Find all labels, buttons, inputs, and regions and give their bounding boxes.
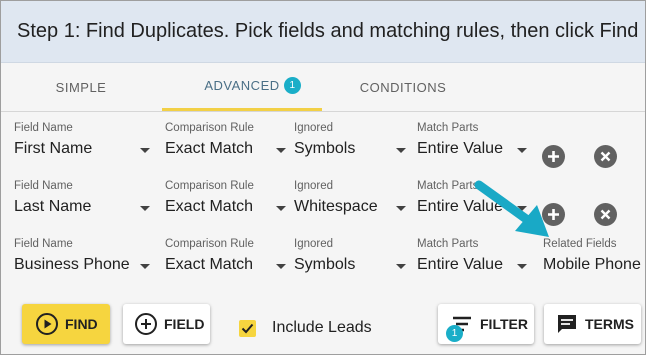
field-name-value: Last Name	[14, 198, 92, 215]
remove-rule-button[interactable]	[594, 145, 617, 168]
field-name-value: Business Phone	[14, 256, 130, 273]
tab-bar: SIMPLE ADVANCED 1 CONDITIONS	[1, 63, 645, 111]
filter-button-label: FILTER	[480, 316, 528, 332]
field-name-label: Field Name	[14, 180, 73, 192]
comparison-rule-value: Exact Match	[165, 256, 254, 273]
field-name-value: First Name	[14, 140, 93, 157]
chevron-down-icon	[276, 148, 286, 153]
tab-simple-label: SIMPLE	[55, 79, 107, 95]
action-bar: FIND FIELD Include Leads 1 FILTER TERMS	[1, 287, 645, 354]
related-fields-value: Mobile Phone	[543, 256, 641, 273]
row2-ignored[interactable]: Ignored Whitespace	[294, 180, 412, 220]
chevron-down-icon	[517, 264, 527, 269]
ignored-value: Symbols	[294, 140, 356, 157]
plus-circle-icon	[548, 151, 559, 162]
match-parts-value: Entire Value	[417, 140, 503, 157]
field-name-label: Field Name	[14, 238, 73, 250]
ignored-select[interactable]: Whitespace	[294, 198, 412, 220]
row2-field-name[interactable]: Field Name Last Name	[14, 180, 152, 220]
row1-field-name[interactable]: Field Name First Name	[14, 122, 152, 162]
step-title: Step 1: Find Duplicates. Pick fields and…	[17, 20, 639, 42]
tab-advanced[interactable]: ADVANCED 1	[162, 63, 322, 111]
row3-field-name[interactable]: Field Name Business Phone	[14, 238, 152, 278]
tab-simple[interactable]: SIMPLE	[21, 63, 141, 111]
include-leads-checkbox[interactable]	[239, 320, 256, 337]
chevron-down-icon	[396, 264, 406, 269]
row3-comparison-rule[interactable]: Comparison Rule Exact Match	[165, 238, 293, 278]
chevron-down-icon	[517, 148, 527, 153]
comparison-rule-select[interactable]: Exact Match	[165, 256, 293, 278]
find-button-label: FIND	[65, 316, 98, 332]
ignored-value: Symbols	[294, 256, 356, 273]
play-circle-icon	[35, 312, 59, 336]
row2-comparison-rule[interactable]: Comparison Rule Exact Match	[165, 180, 293, 220]
chevron-down-icon	[276, 206, 286, 211]
comparison-rule-value: Exact Match	[165, 198, 254, 215]
tab-advanced-label: ADVANCED	[204, 78, 280, 93]
message-icon	[555, 312, 579, 336]
chevron-down-icon	[276, 264, 286, 269]
filter-button[interactable]: 1 FILTER	[438, 304, 534, 344]
terms-button-label: TERMS	[585, 316, 634, 332]
filter-badge: 1	[446, 325, 463, 342]
row1-match-parts[interactable]: Match Parts Entire Value	[417, 122, 532, 162]
comparison-rule-select[interactable]: Exact Match	[165, 198, 293, 220]
check-icon	[241, 323, 254, 334]
related-fields-label: Related Fields	[543, 238, 617, 250]
chevron-down-icon	[140, 206, 150, 211]
comparison-rule-label: Comparison Rule	[165, 122, 254, 134]
terms-button[interactable]: TERMS	[544, 304, 641, 344]
find-duplicates-panel: Step 1: Find Duplicates. Pick fields and…	[0, 0, 646, 355]
tab-advanced-badge: 1	[284, 77, 301, 94]
related-fields-select[interactable]: Mobile Phone	[543, 256, 645, 278]
step-header: Step 1: Find Duplicates. Pick fields and…	[1, 1, 645, 63]
find-button[interactable]: FIND	[22, 304, 110, 344]
match-parts-label: Match Parts	[417, 122, 479, 134]
close-circle-icon	[600, 209, 611, 220]
add-field-button[interactable]: FIELD	[123, 304, 210, 344]
chevron-down-icon	[396, 148, 406, 153]
comparison-rule-value: Exact Match	[165, 140, 254, 157]
comparison-rule-label: Comparison Rule	[165, 238, 254, 250]
ignored-label: Ignored	[294, 238, 334, 250]
chevron-down-icon	[140, 264, 150, 269]
comparison-rule-label: Comparison Rule	[165, 180, 254, 192]
row1-ignored[interactable]: Ignored Symbols	[294, 122, 412, 162]
comparison-rule-select[interactable]: Exact Match	[165, 140, 293, 162]
remove-rule-button[interactable]	[594, 203, 617, 226]
chevron-down-icon	[396, 206, 406, 211]
ignored-value: Whitespace	[294, 198, 378, 215]
field-name-select[interactable]: First Name	[14, 140, 152, 162]
match-parts-select[interactable]: Entire Value	[417, 256, 532, 278]
add-circle-outline-icon	[134, 312, 158, 336]
tab-conditions[interactable]: CONDITIONS	[341, 63, 465, 111]
ignored-label: Ignored	[294, 180, 334, 192]
arrow-pointer	[474, 180, 549, 237]
chevron-down-icon	[140, 148, 150, 153]
field-name-select[interactable]: Business Phone	[14, 256, 152, 278]
row3-ignored[interactable]: Ignored Symbols	[294, 238, 412, 278]
match-parts-select[interactable]: Entire Value	[417, 140, 532, 162]
ignored-select[interactable]: Symbols	[294, 256, 412, 278]
row1-comparison-rule[interactable]: Comparison Rule Exact Match	[165, 122, 293, 162]
field-name-select[interactable]: Last Name	[14, 198, 152, 220]
include-leads-label: Include Leads	[272, 319, 372, 336]
ignored-select[interactable]: Symbols	[294, 140, 412, 162]
tab-conditions-label: CONDITIONS	[359, 79, 447, 95]
row3-match-parts[interactable]: Match Parts Entire Value	[417, 238, 532, 278]
add-field-button-label: FIELD	[164, 316, 205, 332]
row3-related-fields[interactable]: Related Fields Mobile Phone	[543, 238, 645, 278]
add-rule-button[interactable]	[542, 145, 565, 168]
ignored-label: Ignored	[294, 122, 334, 134]
field-name-label: Field Name	[14, 122, 73, 134]
match-parts-value: Entire Value	[417, 256, 503, 273]
close-circle-icon	[600, 151, 611, 162]
